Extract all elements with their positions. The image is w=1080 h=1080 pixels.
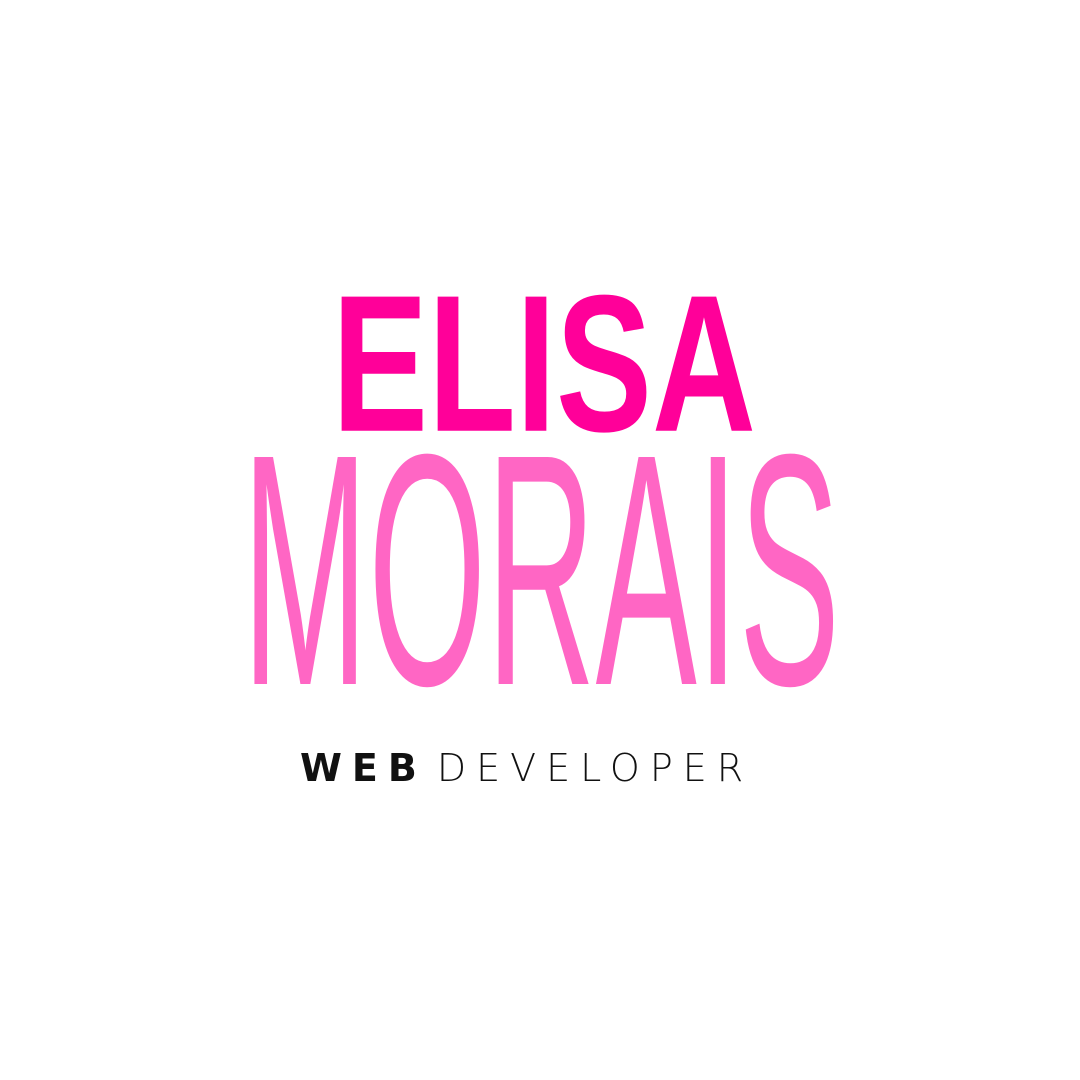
logo: ELISA MORAIS WEB DEVELOPER bbox=[0, 0, 1080, 1080]
first-name-wordmark: ELISA bbox=[332, 254, 756, 448]
last-name-wordmark: MORAIS bbox=[242, 440, 840, 695]
tagline-light: DEVELOPER bbox=[436, 746, 754, 790]
first-name-text: ELISA bbox=[332, 254, 756, 448]
tagline: WEB DEVELOPER bbox=[300, 742, 780, 802]
last-name-text: MORAIS bbox=[242, 440, 840, 695]
tagline-bold: WEB bbox=[300, 746, 427, 790]
